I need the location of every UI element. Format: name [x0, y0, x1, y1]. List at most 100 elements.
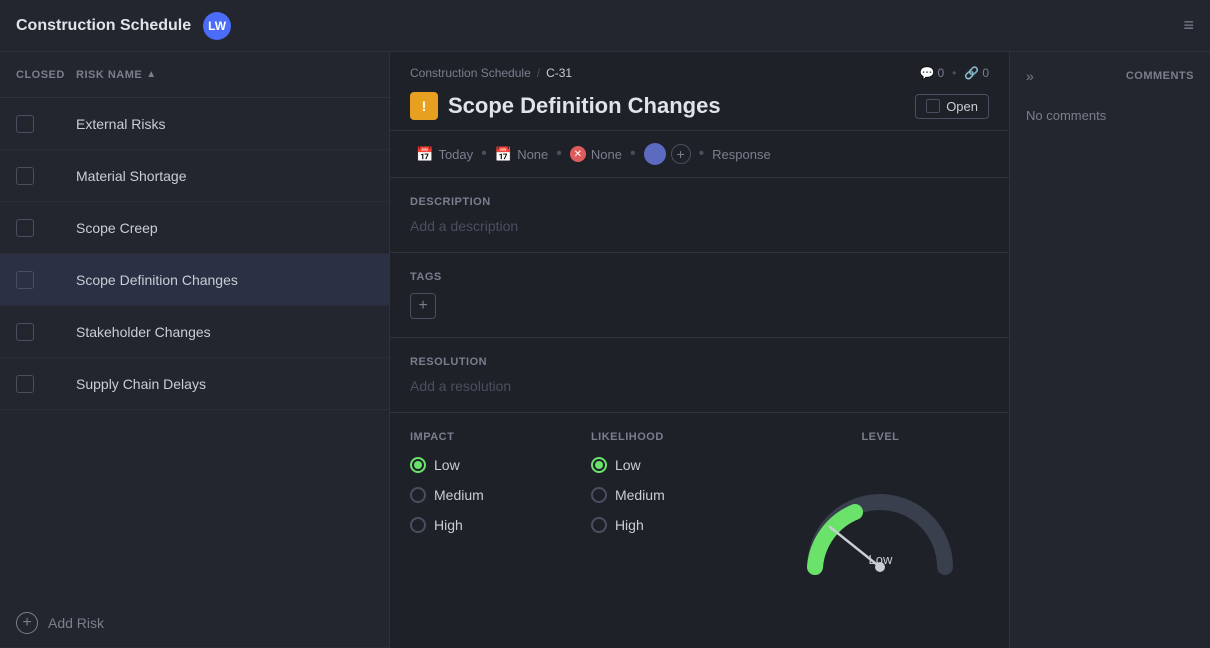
date-meta-item[interactable]: 📅 Today	[410, 144, 479, 165]
detail-header: Construction Schedule / C-31 💬 0 • 🔗 0	[390, 52, 1009, 131]
comment-count-item: 💬 0	[920, 66, 945, 80]
add-risk-plus-icon: +	[16, 612, 38, 634]
assignee-meta-item[interactable]: +	[638, 141, 697, 167]
radio-label: Medium	[615, 487, 665, 503]
radio-outer	[591, 487, 607, 503]
add-risk-button[interactable]: + Add Risk	[0, 598, 389, 648]
description-section: DESCRIPTION Add a description	[390, 178, 1009, 253]
tags-row: +	[410, 293, 989, 319]
radio-label: Medium	[434, 487, 484, 503]
risk-row[interactable]: Supply Chain Delays	[0, 358, 389, 410]
risk-row[interactable]: External Risks	[0, 98, 389, 150]
likelihood-label: LIKELIHOOD	[591, 431, 772, 443]
risk-name-cell: Supply Chain Delays	[76, 376, 373, 392]
checkbox-cell	[16, 167, 76, 185]
checkbox-cell	[16, 271, 76, 289]
status-checkbox	[926, 99, 940, 113]
none-label: None	[591, 147, 622, 162]
none-meta-item[interactable]: ✕ None	[564, 144, 628, 164]
date-range-label: None	[517, 147, 548, 162]
risk-name-cell: Material Shortage	[76, 168, 373, 184]
impact-label: IMPACT	[410, 431, 591, 443]
breadcrumb-icons: 💬 0 • 🔗 0	[920, 66, 989, 80]
risk-row[interactable]: Scope Definition Changes	[0, 254, 389, 306]
level-label: LEVEL	[861, 431, 899, 443]
level-col: LEVEL Low	[772, 431, 989, 567]
link-icon: 🔗	[964, 66, 979, 80]
risk-assessment: IMPACT Low Medium High LIKELIHOOD L	[390, 413, 1009, 585]
response-label: Response	[712, 147, 771, 162]
risk-name-cell: Scope Definition Changes	[76, 272, 373, 288]
resolution-input[interactable]: Add a resolution	[410, 378, 989, 394]
risk-icon-badge: !	[410, 92, 438, 120]
table-header: CLOSED RISK NAME ▲	[0, 52, 389, 98]
detail-panel: Construction Schedule / C-31 💬 0 • 🔗 0	[390, 52, 1010, 648]
comment-icon: 💬	[920, 66, 935, 80]
main-layout: CLOSED RISK NAME ▲ External Risks Materi…	[0, 52, 1210, 648]
description-input[interactable]: Add a description	[410, 218, 989, 234]
impact-col: IMPACT Low Medium High	[410, 431, 591, 567]
date-range-meta-item[interactable]: 📅 None	[489, 144, 555, 165]
radio-inner	[595, 461, 603, 469]
app-header: Construction Schedule LW ≡	[0, 0, 1210, 52]
risk-row[interactable]: Stakeholder Changes	[0, 306, 389, 358]
radio-outer	[410, 517, 426, 533]
radio-outer	[410, 487, 426, 503]
impact-radio-item[interactable]: Low	[410, 457, 591, 473]
risk-row[interactable]: Scope Creep	[0, 202, 389, 254]
impact-radio-group: Low Medium High	[410, 457, 591, 533]
comment-count: 0	[937, 66, 944, 80]
comments-title: COMMENTS	[1126, 70, 1194, 82]
add-risk-label: Add Risk	[48, 615, 104, 631]
app-title: Construction Schedule	[16, 17, 191, 35]
assessment-grid: IMPACT Low Medium High LIKELIHOOD L	[410, 431, 989, 567]
meta-row: 📅 Today • 📅 None • ✕ None • + •	[390, 131, 1009, 178]
risk-row[interactable]: Material Shortage	[0, 150, 389, 202]
collapse-button[interactable]: »	[1026, 68, 1034, 84]
likelihood-radio-item[interactable]: High	[591, 517, 772, 533]
risk-checkbox[interactable]	[16, 271, 34, 289]
risk-checkbox[interactable]	[16, 323, 34, 341]
risk-list: External Risks Material Shortage Scope C…	[0, 98, 389, 598]
add-tag-button[interactable]: +	[410, 293, 436, 319]
radio-outer	[591, 517, 607, 533]
gauge-label: Low	[869, 552, 893, 567]
gauge-container: Low	[800, 477, 960, 567]
status-badge[interactable]: Open	[915, 94, 989, 119]
impact-radio-item[interactable]: Medium	[410, 487, 591, 503]
x-icon: ✕	[570, 146, 586, 162]
add-assignee-icon[interactable]: +	[671, 144, 691, 164]
radio-inner	[414, 461, 422, 469]
resolution-label: RESOLUTION	[410, 356, 989, 368]
menu-button[interactable]: ≡	[1183, 15, 1194, 36]
risk-checkbox[interactable]	[16, 115, 34, 133]
calendar-icon: 📅	[416, 146, 433, 163]
risk-checkbox[interactable]	[16, 375, 34, 393]
impact-radio-item[interactable]: High	[410, 517, 591, 533]
radio-label: Low	[615, 457, 641, 473]
likelihood-radio-item[interactable]: Medium	[591, 487, 772, 503]
date-label: Today	[438, 147, 473, 162]
response-meta-item[interactable]: Response	[706, 145, 777, 164]
status-label: Open	[946, 99, 978, 114]
description-label: DESCRIPTION	[410, 196, 989, 208]
likelihood-radio-group: Low Medium High	[591, 457, 772, 533]
radio-outer	[410, 457, 426, 473]
radio-label: High	[615, 517, 644, 533]
avatar: LW	[203, 12, 231, 40]
likelihood-radio-item[interactable]: Low	[591, 457, 772, 473]
col-closed-header: CLOSED	[16, 69, 76, 81]
breadcrumb-project[interactable]: Construction Schedule	[410, 66, 531, 80]
sort-arrow-icon[interactable]: ▲	[146, 69, 156, 80]
radio-outer	[591, 457, 607, 473]
resolution-section: RESOLUTION Add a resolution	[390, 338, 1009, 413]
risk-name-cell: External Risks	[76, 116, 373, 132]
date-range-icon: 📅	[495, 146, 512, 163]
checkbox-cell	[16, 219, 76, 237]
risk-checkbox[interactable]	[16, 167, 34, 185]
breadcrumb-separator: /	[537, 66, 540, 80]
risk-checkbox[interactable]	[16, 219, 34, 237]
link-count: 0	[982, 66, 989, 80]
risk-name-cell: Stakeholder Changes	[76, 324, 373, 340]
tags-section: TAGS +	[390, 253, 1009, 338]
